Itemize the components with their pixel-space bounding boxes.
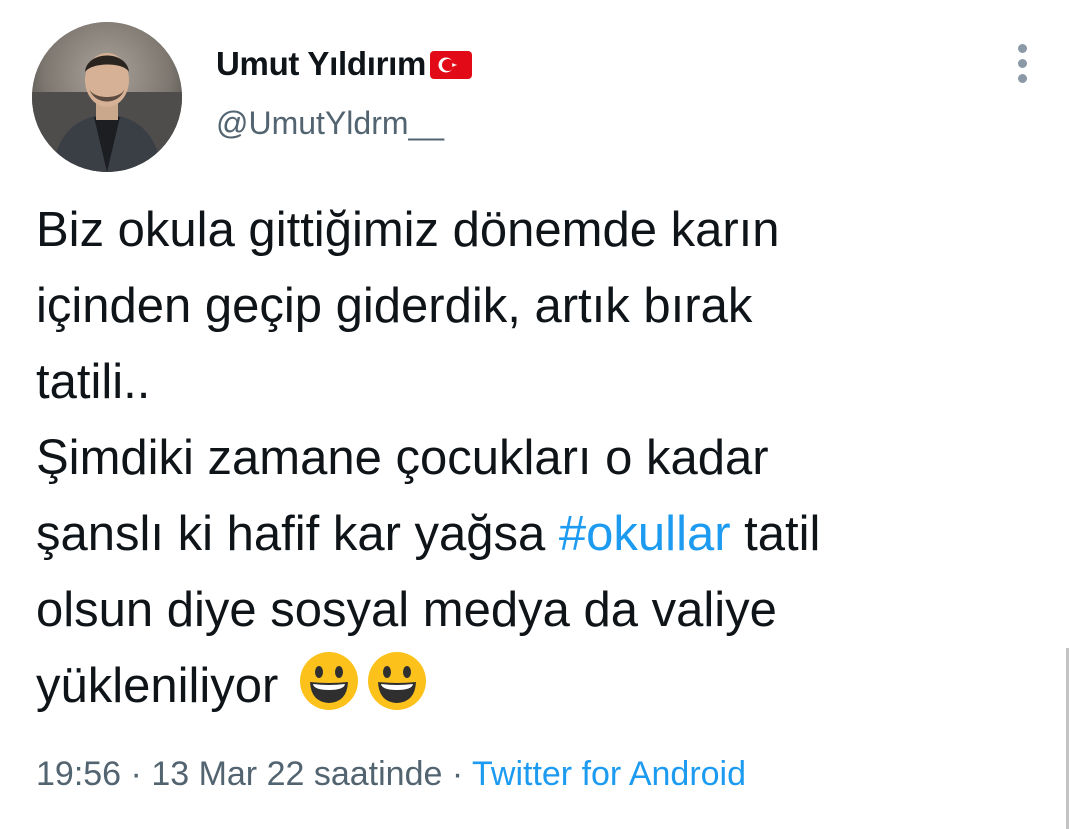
tweet-metadata: 19:56 · 13 Mar 22 saatinde · Twitter for… — [36, 755, 746, 794]
grinning-face-emoji-icon — [366, 650, 428, 712]
tweet-line-text: şanslı ki hafif kar yağsa — [36, 507, 546, 561]
tweet-date[interactable]: 13 Mar 22 saatinde — [151, 755, 442, 793]
grinning-face-emoji-icon — [298, 650, 360, 712]
hashtag-link[interactable]: #okullar — [559, 507, 731, 561]
turkey-flag-icon — [430, 51, 473, 79]
tweet-text: Biz okula gittiğimiz dönemde karın içind… — [36, 192, 1046, 724]
tweet-line: Şimdiki zamane çocukları o kadar — [36, 431, 769, 485]
scrollbar[interactable] — [1066, 648, 1069, 829]
tweet-line: olsun diye sosyal medya da valiye — [36, 583, 777, 637]
meta-separator: · — [121, 755, 152, 793]
tweet-line: Biz okula gittiğimiz dönemde karın — [36, 203, 780, 257]
author-handle[interactable]: @UmutYldrm__ — [216, 105, 444, 142]
tweet-line-text: yükleniliyor — [36, 659, 279, 713]
tweet-line: tatili.. — [36, 355, 151, 409]
author-name-row[interactable]: Umut Yıldırım — [216, 44, 473, 84]
tweet-line: içinden geçip giderdik, artık bırak — [36, 279, 753, 333]
profile-photo — [32, 22, 182, 172]
tweet-line-with-hashtag: şanslı ki hafif kar yağsa #okullar tatil — [36, 496, 1046, 572]
tweet-time[interactable]: 19:56 — [36, 755, 121, 793]
meta-separator: · — [442, 755, 472, 793]
tweet-line-text: tatil — [744, 507, 821, 561]
more-options-icon[interactable] — [1012, 44, 1036, 84]
avatar[interactable] — [32, 22, 182, 172]
author-display-name[interactable]: Umut Yıldırım — [216, 45, 426, 83]
tweet-card: Umut Yıldırım @UmutYldrm__ Biz okula git… — [0, 0, 1072, 829]
tweet-line-with-emoji: yükleniliyor — [36, 648, 1046, 724]
tweet-source-link[interactable]: Twitter for Android — [472, 755, 746, 793]
